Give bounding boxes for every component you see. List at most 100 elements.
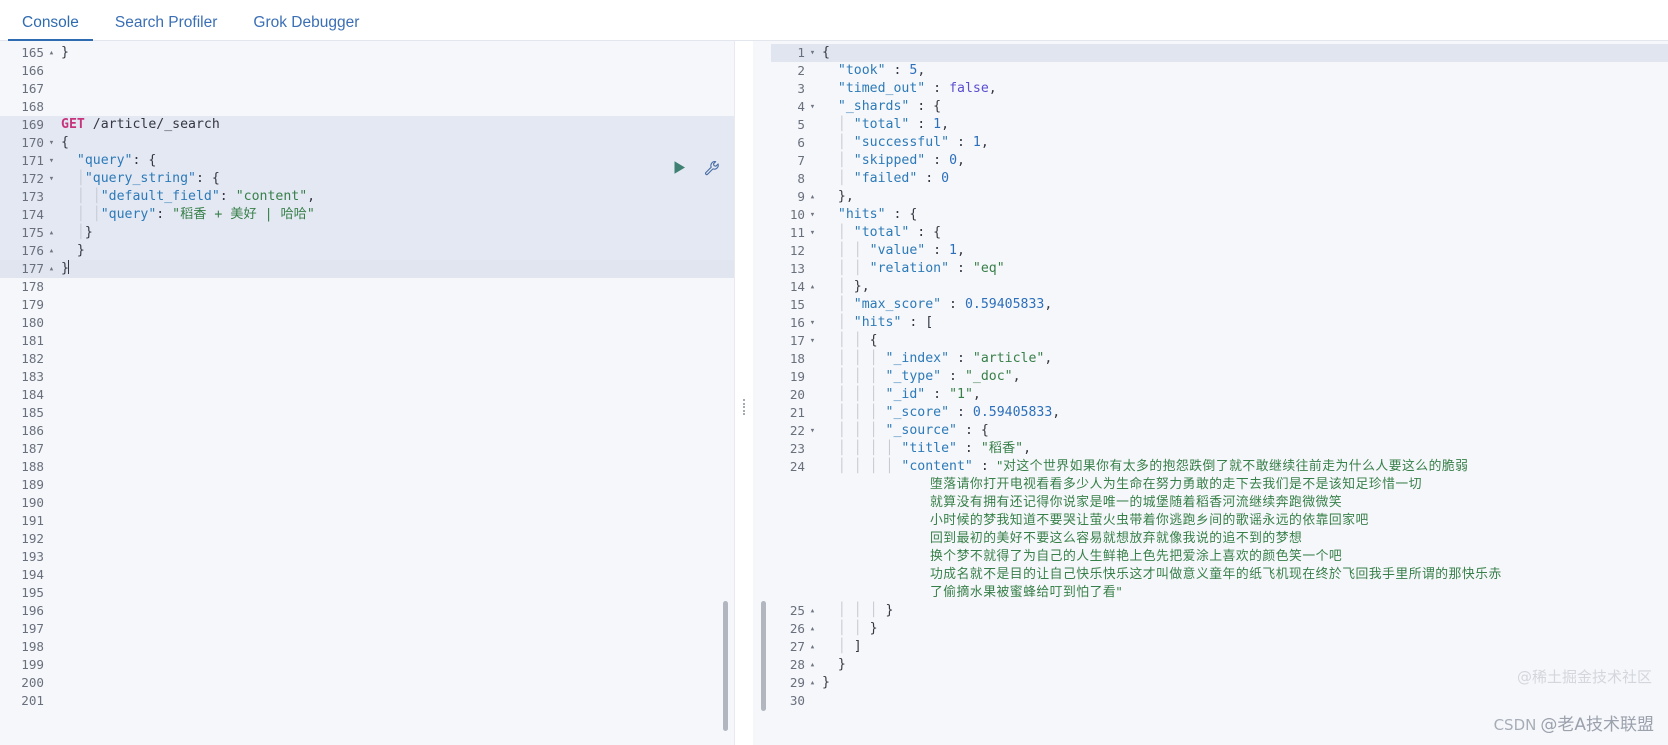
request-editor-scrollbar[interactable]: [723, 601, 728, 731]
tab-grok-debugger[interactable]: Grok Debugger: [235, 14, 377, 42]
tab-console[interactable]: Console: [4, 14, 97, 42]
fold-toggle-icon[interactable]: ▴: [46, 224, 57, 242]
code-line[interactable]: 17 ▾ │ │ {: [771, 332, 1668, 350]
code-line[interactable]: 169 GET /article/_search: [0, 116, 734, 134]
code-line[interactable]: 188: [0, 458, 734, 476]
fold-toggle-icon[interactable]: ▴: [46, 260, 57, 278]
code-line[interactable]: 4 ▾ "_shards" : {: [771, 98, 1668, 116]
code-line[interactable]: 175 ▴ │}: [0, 224, 734, 242]
code-line[interactable]: 18 │ │ │ "_index" : "article",: [771, 350, 1668, 368]
code-line[interactable]: 167: [0, 80, 734, 98]
code-line[interactable]: 12 │ │ "value" : 1,: [771, 242, 1668, 260]
code-line[interactable]: 171 ▾ "query": {: [0, 152, 734, 170]
code-line[interactable]: 200: [0, 674, 734, 692]
code-line[interactable]: 190: [0, 494, 734, 512]
code-line[interactable]: 183: [0, 368, 734, 386]
code-line[interactable]: 201: [0, 692, 734, 710]
code-line[interactable]: 29 ▴}: [771, 674, 1668, 692]
code-line[interactable]: 185: [0, 404, 734, 422]
code-line[interactable]: 21 │ │ │ "_score" : 0.59405833,: [771, 404, 1668, 422]
code-line[interactable]: 173 │ │"default_field": "content",: [0, 188, 734, 206]
code-line[interactable]: 198: [0, 638, 734, 656]
code-line[interactable]: 9 ▴ },: [771, 188, 1668, 206]
code-line[interactable]: 174 │ │"query": "稻香 + 美好 | 哈哈": [0, 206, 734, 224]
code-line[interactable]: 199: [0, 656, 734, 674]
code-line[interactable]: 165 ▴}: [0, 44, 734, 62]
response-viewer[interactable]: 1 ▾{2 "took" : 5, 3 "timed_out" : false, 4 ▾…: [753, 41, 1668, 745]
code-line[interactable]: 189: [0, 476, 734, 494]
fold-toggle-icon[interactable]: ▴: [807, 674, 818, 692]
fold-toggle-icon[interactable]: ▴: [807, 278, 818, 296]
code-line[interactable]: 13 │ │ "relation" : "eq": [771, 260, 1668, 278]
fold-toggle-icon[interactable]: ▾: [46, 134, 57, 152]
code-line[interactable]: 16 ▾ │ "hits" : [: [771, 314, 1668, 332]
fold-toggle-icon[interactable]: ▾: [807, 422, 818, 440]
request-editor[interactable]: 165 ▴} 166 167 168 169 GET /article/_search 170…: [0, 41, 734, 745]
code-line[interactable]: 170 ▾ {: [0, 134, 734, 152]
code-line[interactable]: 1 ▾ {: [771, 44, 1668, 62]
fold-toggle-icon[interactable]: ▾: [807, 206, 818, 224]
code-line[interactable]: 30: [771, 692, 1668, 710]
response-viewer-scrollbar[interactable]: [761, 601, 766, 711]
fold-toggle-icon[interactable]: ▴: [46, 44, 57, 62]
fold-toggle-icon[interactable]: ▾: [46, 152, 57, 170]
code-line[interactable]: 15 │ "max_score" : 0.59405833,: [771, 296, 1668, 314]
fold-toggle-icon[interactable]: ▾: [807, 98, 818, 116]
play-triangle-icon[interactable]: [671, 159, 688, 176]
response-viewer-pane[interactable]: 1 ▾{2 "took" : 5, 3 "timed_out" : false, 4 ▾…: [753, 41, 1668, 745]
code-line[interactable]: 195: [0, 584, 734, 602]
code-line[interactable]: 26 ▴ │ │ }: [771, 620, 1668, 638]
code-line[interactable]: 192: [0, 530, 734, 548]
code-line[interactable]: 184: [0, 386, 734, 404]
code-line[interactable]: 176 ▴ }: [0, 242, 734, 260]
code-line[interactable]: 6 │ "successful" : 1,: [771, 134, 1668, 152]
code-line[interactable]: 177 ▴}: [0, 260, 734, 278]
code-line[interactable]: 172 ▾ │"query_string": {: [0, 170, 734, 188]
fold-toggle-icon[interactable]: ▴: [807, 188, 818, 206]
code-line[interactable]: 193: [0, 548, 734, 566]
fold-toggle-icon[interactable]: ▴: [807, 620, 818, 638]
code-line[interactable]: 20 │ │ │ "_id" : "1",: [771, 386, 1668, 404]
code-line[interactable]: 5 │ "total" : 1,: [771, 116, 1668, 134]
code-line[interactable]: 11 ▾ │ "total" : {: [771, 224, 1668, 242]
code-line[interactable]: 8 │ "failed" : 0: [771, 170, 1668, 188]
code-line[interactable]: 2 "took" : 5,: [771, 62, 1668, 80]
code-line[interactable]: 27 ▴ │ ]: [771, 638, 1668, 656]
code-line[interactable]: 166: [0, 62, 734, 80]
code-line[interactable]: 197: [0, 620, 734, 638]
request-editor-pane[interactable]: 165 ▴} 166 167 168 169 GET /article/_search 170…: [0, 41, 735, 745]
code-line[interactable]: 186: [0, 422, 734, 440]
code-line[interactable]: 28 ▴ }: [771, 656, 1668, 674]
code-line[interactable]: 7 │ "skipped" : 0,: [771, 152, 1668, 170]
wrench-icon[interactable]: [704, 160, 720, 176]
fold-toggle-icon[interactable]: ▾: [807, 224, 818, 242]
code-line[interactable]: 196: [0, 602, 734, 620]
code-line[interactable]: 23 │ │ │ │ "title" : "稻香",: [771, 440, 1668, 458]
code-line[interactable]: 24 │ │ │ │ "content" : "对这个世界如果你有太多的抱怨跌倒…: [771, 458, 1668, 476]
code-line[interactable]: 10 ▾ "hits" : {: [771, 206, 1668, 224]
fold-toggle-icon[interactable]: ▴: [807, 656, 818, 674]
code-line[interactable]: 168: [0, 98, 734, 116]
code-line[interactable]: 25 ▴ │ │ │ }: [771, 602, 1668, 620]
fold-toggle-icon[interactable]: ▾: [807, 44, 818, 62]
code-line[interactable]: 187: [0, 440, 734, 458]
code-line[interactable]: 180: [0, 314, 734, 332]
code-line[interactable]: 22 ▾ │ │ │ "_source" : {: [771, 422, 1668, 440]
code-line[interactable]: 194: [0, 566, 734, 584]
fold-toggle-icon[interactable]: ▾: [807, 314, 818, 332]
code-line[interactable]: 191: [0, 512, 734, 530]
fold-toggle-icon[interactable]: ▴: [46, 242, 57, 260]
code-line[interactable]: 178: [0, 278, 734, 296]
fold-toggle-icon[interactable]: ▴: [807, 638, 818, 656]
code-line[interactable]: 182: [0, 350, 734, 368]
fold-toggle-icon[interactable]: ▴: [807, 602, 818, 620]
tab-search-profiler[interactable]: Search Profiler: [97, 14, 236, 42]
fold-toggle-icon[interactable]: ▾: [807, 332, 818, 350]
code-line[interactable]: 14 ▴ │ },: [771, 278, 1668, 296]
resizer-grip-icon[interactable]: [742, 399, 746, 415]
pane-resizer[interactable]: [735, 41, 753, 745]
code-line[interactable]: 19 │ │ │ "_type" : "_doc",: [771, 368, 1668, 386]
code-line[interactable]: 3 "timed_out" : false,: [771, 80, 1668, 98]
fold-toggle-icon[interactable]: ▾: [46, 170, 57, 188]
code-line[interactable]: 179: [0, 296, 734, 314]
